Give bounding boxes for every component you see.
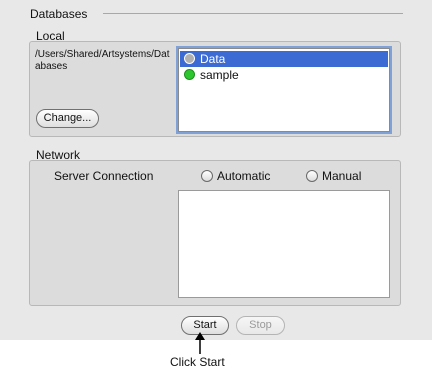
status-dot-icon [184,53,195,64]
databases-section-title: Databases [30,7,88,21]
databases-panel: Databases Local /Users/Shared/Artsystems… [0,0,432,340]
server-list[interactable] [178,190,390,298]
database-list[interactable]: Data sample [176,46,392,134]
instruction-caption: Click Start [170,355,225,369]
automatic-radio[interactable] [201,170,213,182]
title-divider [103,13,403,14]
manual-radio[interactable] [306,170,318,182]
server-connection-label: Server Connection [54,169,154,183]
list-item-label: sample [200,68,239,82]
list-item-data[interactable]: Data [180,51,388,67]
change-button[interactable]: Change... [36,109,99,128]
manual-radio-label[interactable]: Manual [322,169,361,183]
status-dot-icon [184,69,195,80]
database-path: /Users/Shared/Artsystems/Databases [35,49,170,72]
list-item-label: Data [200,52,226,66]
list-item-sample[interactable]: sample [180,67,388,83]
automatic-radio-label[interactable]: Automatic [217,169,270,183]
stop-button[interactable]: Stop [236,316,285,335]
arrow-up-icon [195,332,205,354]
